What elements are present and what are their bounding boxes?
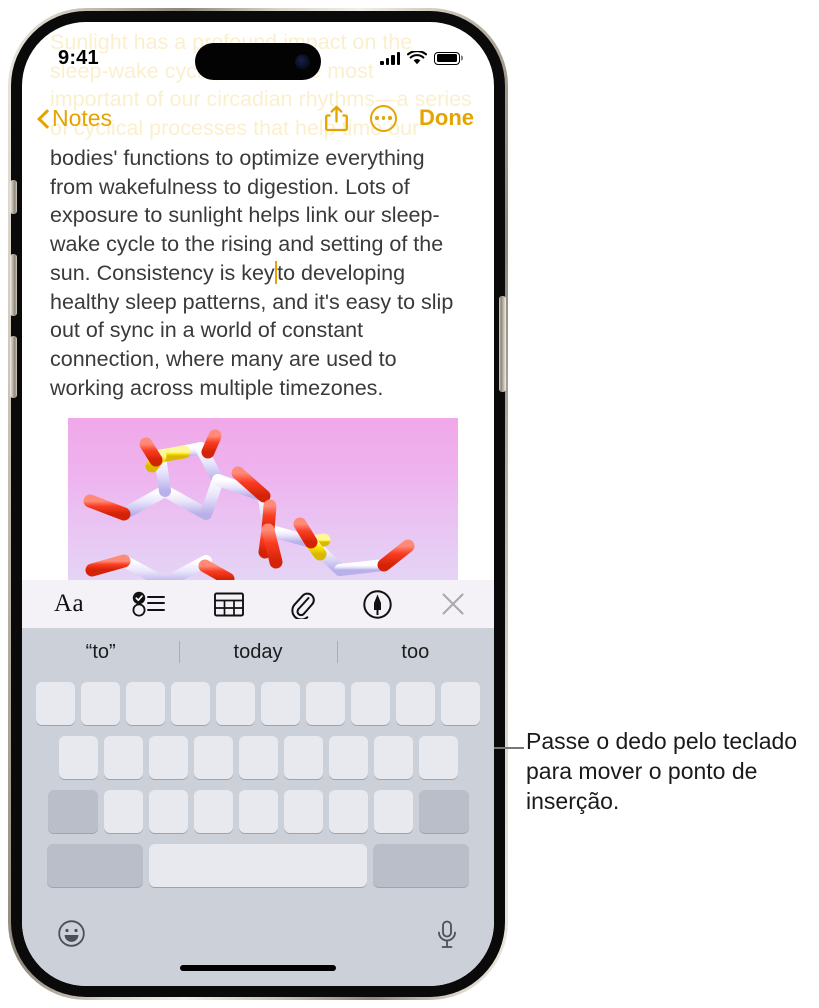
keyboard-key[interactable] [328,736,368,779]
keyboard-key[interactable] [148,790,188,833]
ellipsis-dot [388,116,392,120]
keyboard-key[interactable] [261,682,300,725]
predictive-text-bar: “to” today too [22,628,494,676]
paperclip-icon [291,592,316,619]
keyboard-key[interactable] [148,736,188,779]
keyboard-row-4 [25,844,491,887]
keyboard-key[interactable] [81,682,120,725]
delete-key[interactable] [418,790,469,833]
keyboard-key[interactable] [216,682,255,725]
phone-bezel: Sunlight has a profound impact on the sl… [11,11,505,997]
keyboard-key[interactable] [418,736,458,779]
phone-frame: Sunlight has a profound impact on the sl… [8,8,508,1000]
keyboard-key[interactable] [36,682,75,725]
prediction-candidate[interactable]: today [179,641,336,664]
prediction-candidate[interactable]: “to” [22,641,179,664]
keyboard-key[interactable] [193,736,233,779]
action-button[interactable] [10,180,17,214]
callout-text: Passe o dedo pelo teclado para mover o p… [526,728,798,814]
markup-pen-icon [363,589,392,619]
note-body-text[interactable]: bodies' functions to optimize everything… [50,142,472,403]
back-button-label: Notes [52,104,113,131]
return-key[interactable] [373,844,469,887]
keyboard-key[interactable] [103,736,143,779]
keyboard-key[interactable] [58,736,98,779]
attachment-button[interactable] [291,590,316,619]
power-button[interactable] [499,296,506,392]
wifi-icon [407,50,427,64]
status-indicators [380,50,460,66]
markup-button[interactable] [363,589,392,619]
table-icon [213,592,244,616]
navigation-bar: Notes Done [22,98,494,138]
molecule-image-attachment[interactable] [68,418,458,580]
microphone-icon[interactable] [436,920,458,949]
keyboard-key[interactable] [238,736,278,779]
format-text-button[interactable]: Aa [54,590,84,618]
aa-icon: Aa [54,590,85,617]
space-key[interactable] [149,844,367,887]
keyboard-key[interactable] [171,682,210,725]
ellipsis-dot [375,116,379,120]
keyboard-key[interactable] [283,790,323,833]
phone-screen: Sunlight has a profound impact on the sl… [22,22,494,986]
done-button[interactable]: Done [419,105,474,131]
navbar-actions: Done [325,104,474,132]
keyboard-key[interactable] [193,790,233,833]
keyboard-bottom-bar [22,912,494,986]
front-camera-icon [295,54,310,69]
keyboard-key[interactable] [373,790,413,833]
ellipsis-dot [381,116,386,120]
keyboard-key[interactable] [351,682,390,725]
home-indicator[interactable] [180,965,336,971]
keyboard-row-3 [25,790,491,833]
status-time: 9:41 [58,46,99,69]
share-button[interactable] [325,105,348,132]
keyboard-key[interactable] [373,736,413,779]
molecule-illustration [83,429,415,580]
more-options-button[interactable] [370,104,397,132]
keyboard-row-2 [25,736,491,779]
checklist-button[interactable] [132,591,166,617]
keyboard-key[interactable] [103,790,143,833]
onscreen-keyboard: “to” today too [22,628,494,986]
share-icon [325,105,348,131]
close-toolbar-button[interactable] [440,591,466,617]
back-to-notes-button[interactable]: Notes [38,105,112,132]
volume-down-button[interactable] [10,336,17,398]
battery-icon [434,51,460,65]
keyboard-key[interactable] [396,682,435,725]
keyboard-key[interactable] [238,790,278,833]
keyboard-key[interactable] [126,682,165,725]
note-format-toolbar: Aa [22,580,494,628]
close-x-icon [442,593,464,615]
table-button[interactable] [213,592,244,617]
chevron-left-icon [38,109,49,128]
checklist-icon [132,591,165,617]
keyboard-row-1 [25,682,491,725]
prediction-candidate[interactable]: too [337,641,494,664]
keyboard-key[interactable] [283,736,323,779]
shift-key[interactable] [47,790,98,833]
screenshot-root: Sunlight has a profound impact on the sl… [0,0,819,1008]
keyboard-key[interactable] [441,682,480,725]
keyboard-key[interactable] [328,790,368,833]
numbers-key[interactable] [47,844,143,887]
dynamic-island [195,43,321,80]
emoji-smiley-icon[interactable] [58,920,85,947]
volume-up-button[interactable] [10,254,17,316]
signal-bars-icon [380,51,400,65]
keyboard-key[interactable] [306,682,345,725]
keyboard-rows [22,676,494,887]
